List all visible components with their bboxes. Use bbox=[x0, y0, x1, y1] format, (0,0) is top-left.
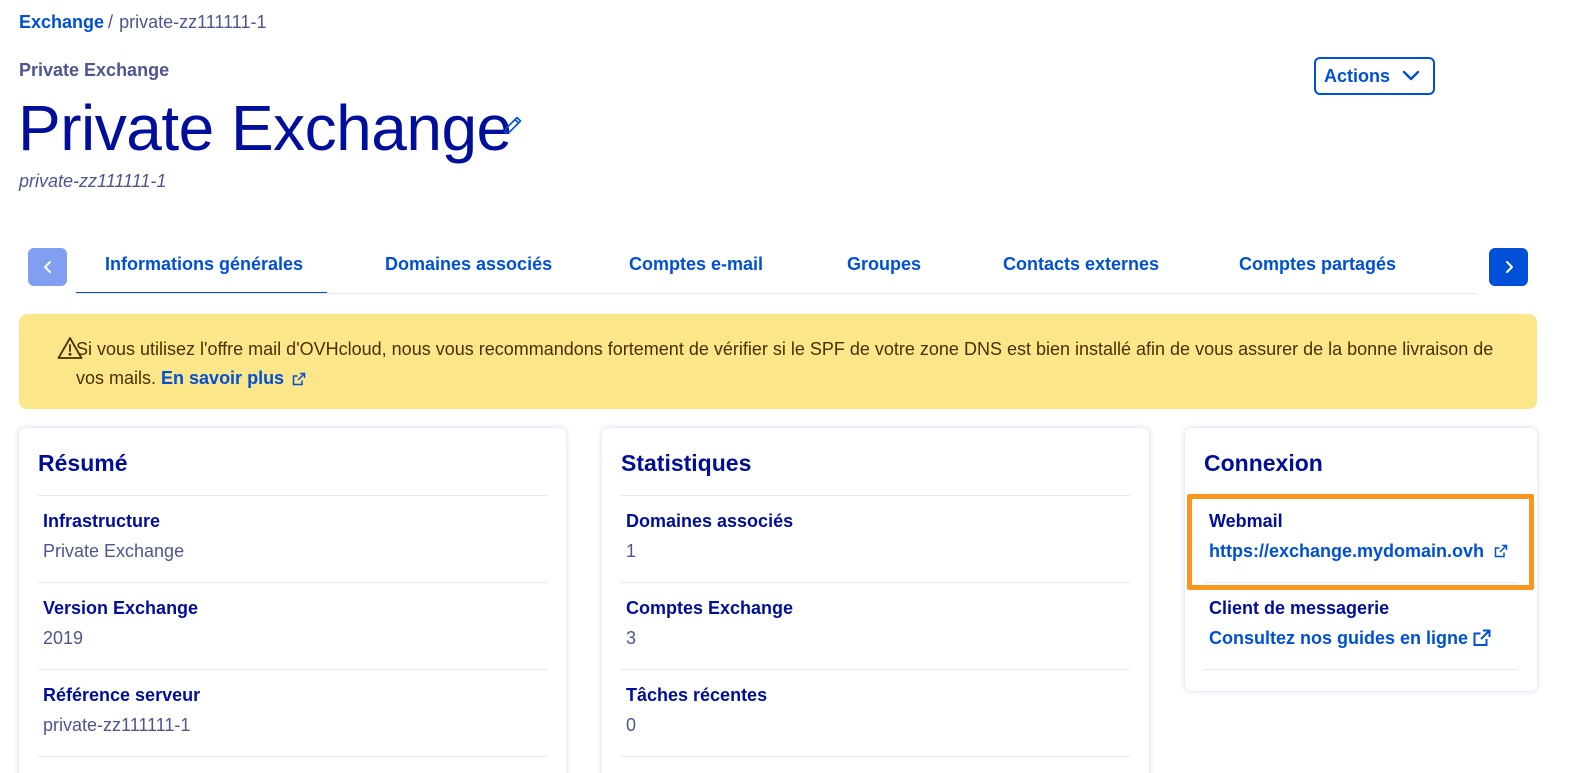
tab-comptes-email[interactable]: Comptes e-mail bbox=[629, 254, 763, 293]
resume-row-infrastructure: Infrastructure Private Exchange bbox=[38, 496, 547, 583]
row-value: 2019 bbox=[43, 628, 84, 648]
row-value: 3 bbox=[626, 628, 637, 648]
guides-link-label: Consultez nos guides en ligne bbox=[1209, 628, 1469, 648]
resume-card: Résumé Infrastructure Private Exchange V… bbox=[19, 428, 566, 773]
stats-row-taches: Tâches récentes 0 bbox=[621, 670, 1130, 757]
row-label: Domaines associés bbox=[626, 511, 794, 531]
stats-row-comptes: Comptes Exchange 3 bbox=[621, 583, 1130, 670]
tabs-scroll-right-button[interactable] bbox=[1489, 248, 1528, 286]
webmail-url: https://exchange.mydomain.ovh bbox=[1209, 541, 1485, 561]
page-title: Private Exchange bbox=[18, 92, 512, 164]
resume-card-title: Résumé bbox=[38, 450, 547, 496]
breadcrumb-current: private-zz111111-1 bbox=[119, 12, 267, 32]
stats-row-domaines: Domaines associés 1 bbox=[621, 496, 1130, 583]
page-subtitle: private-zz111111-1 bbox=[19, 171, 167, 191]
external-link-icon bbox=[1473, 629, 1491, 646]
webmail-link[interactable]: https://exchange.mydomain.ovh bbox=[1209, 540, 1508, 562]
row-value: 1 bbox=[626, 541, 637, 561]
webmail-label: Webmail bbox=[1209, 511, 1283, 531]
breadcrumb-link-exchange[interactable]: Exchange bbox=[19, 12, 104, 33]
tabs-bar: Informations générales Domaines associés… bbox=[28, 248, 1528, 294]
row-value: 0 bbox=[626, 715, 637, 735]
connexion-row-client: Client de messagerie Consultez nos guide… bbox=[1204, 583, 1518, 670]
tabs-scroll-left-button[interactable] bbox=[28, 248, 67, 286]
actions-label: Actions bbox=[1324, 65, 1391, 86]
tab-domaines-associes[interactable]: Domaines associés bbox=[385, 254, 552, 293]
page-eyebrow: Private Exchange bbox=[19, 60, 170, 80]
chevron-down-icon bbox=[1402, 70, 1420, 81]
connexion-card-title: Connexion bbox=[1204, 450, 1518, 496]
chevron-left-icon bbox=[43, 261, 51, 273]
breadcrumb-separator: / bbox=[108, 12, 114, 32]
tab-informations-generales[interactable]: Informations générales bbox=[76, 254, 327, 293]
spf-warning-banner: Si vous utilisez l'offre mail d'OVHcloud… bbox=[19, 314, 1537, 409]
row-value: Private Exchange bbox=[43, 541, 185, 561]
en-savoir-plus-link[interactable]: En savoir plus bbox=[161, 368, 306, 388]
connexion-card: Connexion Webmail https://exchange.mydom… bbox=[1185, 428, 1537, 691]
guides-link[interactable]: Consultez nos guides en ligne bbox=[1209, 627, 1492, 649]
statistiques-card: Statistiques Domaines associés 1 Comptes… bbox=[602, 428, 1149, 773]
actions-dropdown-button[interactable]: Actions bbox=[1314, 57, 1435, 95]
row-label: Infrastructure bbox=[43, 511, 161, 531]
connexion-row-webmail: Webmail https://exchange.mydomain.ovh bbox=[1204, 496, 1518, 583]
external-link-icon bbox=[292, 366, 306, 395]
banner-link-label: En savoir plus bbox=[161, 368, 285, 388]
breadcrumb: Exchange / private-zz111111-1 bbox=[19, 12, 266, 33]
row-label: Référence serveur bbox=[43, 685, 201, 705]
chevron-right-icon bbox=[1505, 261, 1513, 273]
pencil-icon[interactable] bbox=[501, 113, 525, 137]
resume-row-reference-serveur: Référence serveur private-zz111111-1 bbox=[38, 670, 547, 757]
statistiques-card-title: Statistiques bbox=[621, 450, 1130, 496]
row-label: Version Exchange bbox=[43, 598, 199, 618]
tab-comptes-partages[interactable]: Comptes partagés bbox=[1239, 254, 1396, 293]
tabs-list: Informations générales Domaines associés… bbox=[76, 248, 1476, 294]
resume-row-version: Version Exchange 2019 bbox=[38, 583, 547, 670]
tab-groupes[interactable]: Groupes bbox=[847, 254, 921, 293]
external-link-icon bbox=[1494, 544, 1508, 558]
tab-contacts-externes[interactable]: Contacts externes bbox=[1003, 254, 1159, 293]
warning-icon bbox=[57, 336, 83, 369]
row-label: Tâches récentes bbox=[626, 685, 768, 705]
row-value: private-zz111111-1 bbox=[43, 715, 191, 735]
client-label: Client de messagerie bbox=[1209, 598, 1390, 618]
row-label: Comptes Exchange bbox=[626, 598, 794, 618]
